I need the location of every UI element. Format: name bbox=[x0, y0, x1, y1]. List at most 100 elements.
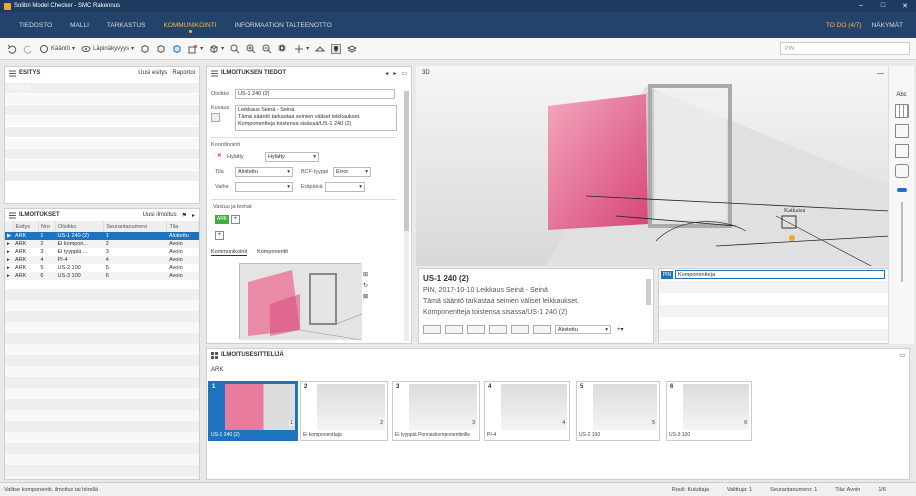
table-row[interactable]: ▸ ARK 4 PI-4 4 Avoin bbox=[5, 256, 199, 264]
undo-button[interactable] bbox=[4, 40, 20, 58]
document-icon[interactable] bbox=[894, 124, 909, 138]
zoom-out-button[interactable] bbox=[259, 40, 275, 58]
text-tool[interactable]: Abc bbox=[889, 92, 914, 98]
report-button[interactable]: Raportoi bbox=[172, 70, 195, 76]
menu-kommunikointi[interactable]: KOMMUNIKOINTI bbox=[154, 12, 225, 38]
todo-button[interactable]: TO DO (4/7) bbox=[821, 12, 867, 38]
add-responsible-button[interactable]: + bbox=[215, 231, 224, 240]
last-issue-button[interactable] bbox=[489, 325, 507, 334]
table-row[interactable]: ▸ ARK 3 Ei tyyppiä ... 3 Avoin bbox=[5, 248, 199, 256]
maximize-icon[interactable]: □ bbox=[872, 2, 894, 10]
menu-tiedosto[interactable]: TIEDOSTO bbox=[10, 12, 61, 38]
menu-tarkastus[interactable]: TARKASTUS bbox=[98, 12, 155, 38]
next-issue-button[interactable] bbox=[467, 325, 485, 334]
menu-malli[interactable]: MALLI bbox=[61, 12, 98, 38]
gallery-item[interactable]: 3 3 Ei tyyppiä Ponnaskomponentteille bbox=[392, 381, 480, 441]
table-row[interactable]: ▸ ARK 2 Ei kompon... 2 Avoin bbox=[5, 240, 199, 248]
close-icon[interactable]: ✕ bbox=[894, 2, 916, 10]
tab-komponentit[interactable]: Komponentit bbox=[257, 249, 288, 256]
refresh-icon[interactable]: ↻ bbox=[363, 282, 368, 289]
slider-track[interactable] bbox=[900, 202, 903, 282]
location-button[interactable] bbox=[328, 40, 344, 58]
maximize-panel-icon[interactable]: ▭ bbox=[401, 70, 407, 77]
zoom-window-button[interactable] bbox=[275, 40, 291, 58]
attachment-icon[interactable] bbox=[211, 113, 220, 122]
new-esitys-button[interactable]: Uusi esitys bbox=[138, 70, 167, 76]
new-ilmoitus-button[interactable]: Uusi ilmoitus bbox=[143, 212, 177, 219]
prev-issue-button[interactable] bbox=[445, 325, 463, 334]
zoom-fit-icon bbox=[230, 44, 240, 53]
select-mode-button[interactable] bbox=[137, 40, 153, 58]
search-input[interactable]: PIN bbox=[780, 42, 910, 55]
snapshot-image[interactable] bbox=[239, 263, 363, 341]
zoom-in-button[interactable] bbox=[243, 40, 259, 58]
camera-button[interactable] bbox=[533, 325, 551, 334]
view-cube-button[interactable]: ▾ bbox=[206, 40, 227, 58]
scrollbar[interactable] bbox=[646, 279, 651, 305]
snapshot-button[interactable] bbox=[511, 325, 529, 334]
viewer-3d[interactable]: 3D Katkaisu — bbox=[416, 66, 891, 277]
lock-icon[interactable] bbox=[894, 164, 909, 178]
vaihe-select[interactable]: ▾ bbox=[235, 182, 293, 192]
erapaiva-field[interactable]: ▾ bbox=[325, 182, 365, 192]
table-row[interactable]: ▶ ARK 1 US-1 240 (2) 1 Aloitettu bbox=[5, 232, 199, 240]
flag-icon[interactable]: ⚑ bbox=[182, 212, 187, 219]
hide-button[interactable] bbox=[153, 40, 169, 58]
status-select[interactable]: Aloitettu ▾ bbox=[555, 325, 611, 334]
hylatty-select[interactable]: Hylätty ▾ bbox=[265, 152, 319, 162]
scrollbar[interactable] bbox=[404, 91, 409, 341]
kaanto-button[interactable]: Kääntö ▾ bbox=[36, 40, 78, 58]
table-row[interactable]: ▸ ARK 6 US-3 100 6 Avoin bbox=[5, 272, 199, 280]
col-nro[interactable]: Nro bbox=[38, 221, 57, 232]
first-issue-button[interactable] bbox=[423, 325, 441, 334]
otsikko-field[interactable]: US-1 240 (2) bbox=[235, 89, 395, 99]
add-snapshot-icon[interactable]: ⊞ bbox=[363, 271, 368, 278]
prev-arrow-icon[interactable]: ◂ bbox=[385, 70, 388, 77]
add-issue-icon[interactable]: +▾ bbox=[617, 326, 624, 333]
pan-button[interactable]: ▾ bbox=[291, 40, 312, 58]
thumbnail-image bbox=[593, 384, 657, 430]
kuvaus-field[interactable]: Leikkaus Seinä - Seinä Tämä sääntö tarka… bbox=[235, 105, 397, 131]
minimize-panel-icon[interactable]: — bbox=[877, 70, 884, 77]
minimize-icon[interactable]: – bbox=[850, 2, 872, 10]
redo-button[interactable] bbox=[20, 40, 36, 58]
col-tila[interactable]: Tila bbox=[166, 221, 199, 232]
table-row[interactable]: ▸ ARK 5 US-2 100 5 Avoin bbox=[5, 264, 199, 272]
viewer-tab-3d[interactable]: 3D bbox=[422, 70, 430, 76]
grid-icon[interactable] bbox=[894, 104, 909, 118]
col-otsikko[interactable]: Otsikko bbox=[55, 221, 105, 232]
chevron-down-icon: ▾ bbox=[72, 46, 76, 52]
comment-input[interactable]: Komponentteja bbox=[675, 270, 885, 279]
next-arrow-icon[interactable]: ▸ bbox=[393, 70, 396, 77]
undo-icon bbox=[7, 44, 17, 54]
delete-snapshot-icon[interactable]: ⊠ bbox=[363, 293, 368, 300]
add-stamp-button[interactable]: + bbox=[231, 215, 240, 224]
gallery-item[interactable]: 6 6 US-3 100 bbox=[666, 381, 752, 441]
issue-title: US-1 240 (2) bbox=[423, 274, 469, 283]
marker-button[interactable]: ▾ bbox=[185, 40, 206, 58]
tila-select[interactable]: Aloitettu ▾ bbox=[235, 167, 293, 177]
layers-button[interactable] bbox=[344, 40, 360, 58]
isolate-button[interactable] bbox=[169, 40, 185, 58]
toggle-icon[interactable] bbox=[896, 188, 907, 192]
tab-kommunikointi[interactable]: Kommunikointi bbox=[211, 249, 248, 256]
col-esitys[interactable]: Esitys bbox=[13, 221, 39, 232]
edit-document-icon[interactable] bbox=[894, 144, 909, 158]
gallery-item[interactable]: 1 1 US-1 240 (2) bbox=[208, 381, 298, 441]
gallery-item[interactable]: 5 5 US-2 100 bbox=[576, 381, 660, 441]
gallery-item[interactable]: 4 4 PI-4 bbox=[484, 381, 570, 441]
bcf-select[interactable]: Error ▾ bbox=[333, 167, 371, 177]
nakymat-menu[interactable]: NÄKYMÄT bbox=[867, 12, 908, 38]
zoom-fit-button[interactable] bbox=[227, 40, 243, 58]
gallery-item[interactable]: 2 2 Ei komponenttaja bbox=[300, 381, 388, 441]
col-seurantanumero[interactable]: Seurantanumero bbox=[103, 221, 168, 232]
menu-icon[interactable]: ▸ bbox=[192, 212, 195, 219]
esitys-item-selected[interactable]: ARK (6) bbox=[5, 83, 199, 94]
marker-icon bbox=[188, 44, 198, 53]
stamp-badge[interactable]: ARK bbox=[215, 215, 229, 224]
section-button[interactable] bbox=[312, 40, 328, 58]
maximize-panel-icon[interactable]: ▭ bbox=[899, 352, 905, 359]
menu-informaation-talteenotto[interactable]: INFORMAATION TALTEENOTTO bbox=[226, 12, 341, 38]
search-placeholder: PIN bbox=[785, 45, 795, 52]
lapinakyvyys-button[interactable]: Läpinäkyvyys ▾ bbox=[78, 40, 137, 58]
